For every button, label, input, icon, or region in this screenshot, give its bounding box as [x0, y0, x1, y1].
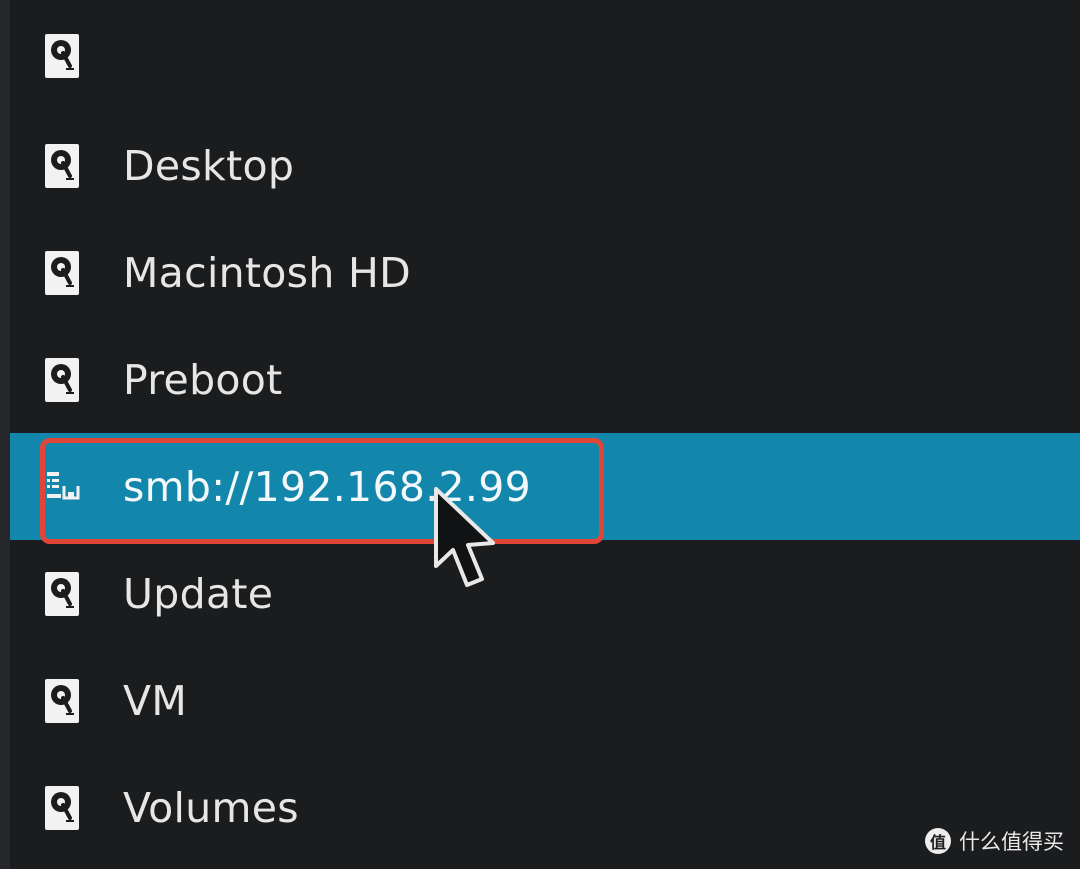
watermark-text: 什么值得买 [959, 830, 1064, 854]
list-item-label: Preboot [123, 355, 283, 404]
list-item-label: Volumes [123, 783, 299, 832]
hard-drive-icon [44, 33, 80, 79]
list-item-update[interactable]: Update [10, 540, 1080, 647]
hard-drive-icon [44, 571, 80, 617]
list-item-macintosh-hd[interactable]: Macintosh HD [10, 219, 1080, 326]
watermark-logo-icon: 值 [925, 828, 951, 854]
window-left-edge [0, 0, 10, 869]
network-drive-icon [44, 464, 80, 510]
list-item-desktop[interactable]: Desktop [10, 112, 1080, 219]
list-item-label: Desktop [123, 141, 295, 190]
list-item-label: Update [123, 569, 274, 618]
list-item-label: smb://192.168.2.99 [123, 462, 532, 511]
list-item-label: VM [123, 676, 188, 725]
location-list: Desktop Macintosh HD Preboot smb://192.1… [10, 0, 1080, 869]
list-item-preboot[interactable]: Preboot [10, 326, 1080, 433]
list-item[interactable] [10, 0, 1080, 112]
hard-drive-icon [44, 250, 80, 296]
hard-drive-icon [44, 678, 80, 724]
list-item-smb-share[interactable]: smb://192.168.2.99 [10, 433, 1080, 540]
site-watermark: 值 什么值得买 [925, 823, 1064, 859]
hard-drive-icon [44, 785, 80, 831]
hard-drive-icon [44, 357, 80, 403]
list-item-vm[interactable]: VM [10, 647, 1080, 754]
list-item-volumes[interactable]: Volumes [10, 754, 1080, 861]
hard-drive-icon [44, 143, 80, 189]
list-item-label: Macintosh HD [123, 248, 411, 297]
